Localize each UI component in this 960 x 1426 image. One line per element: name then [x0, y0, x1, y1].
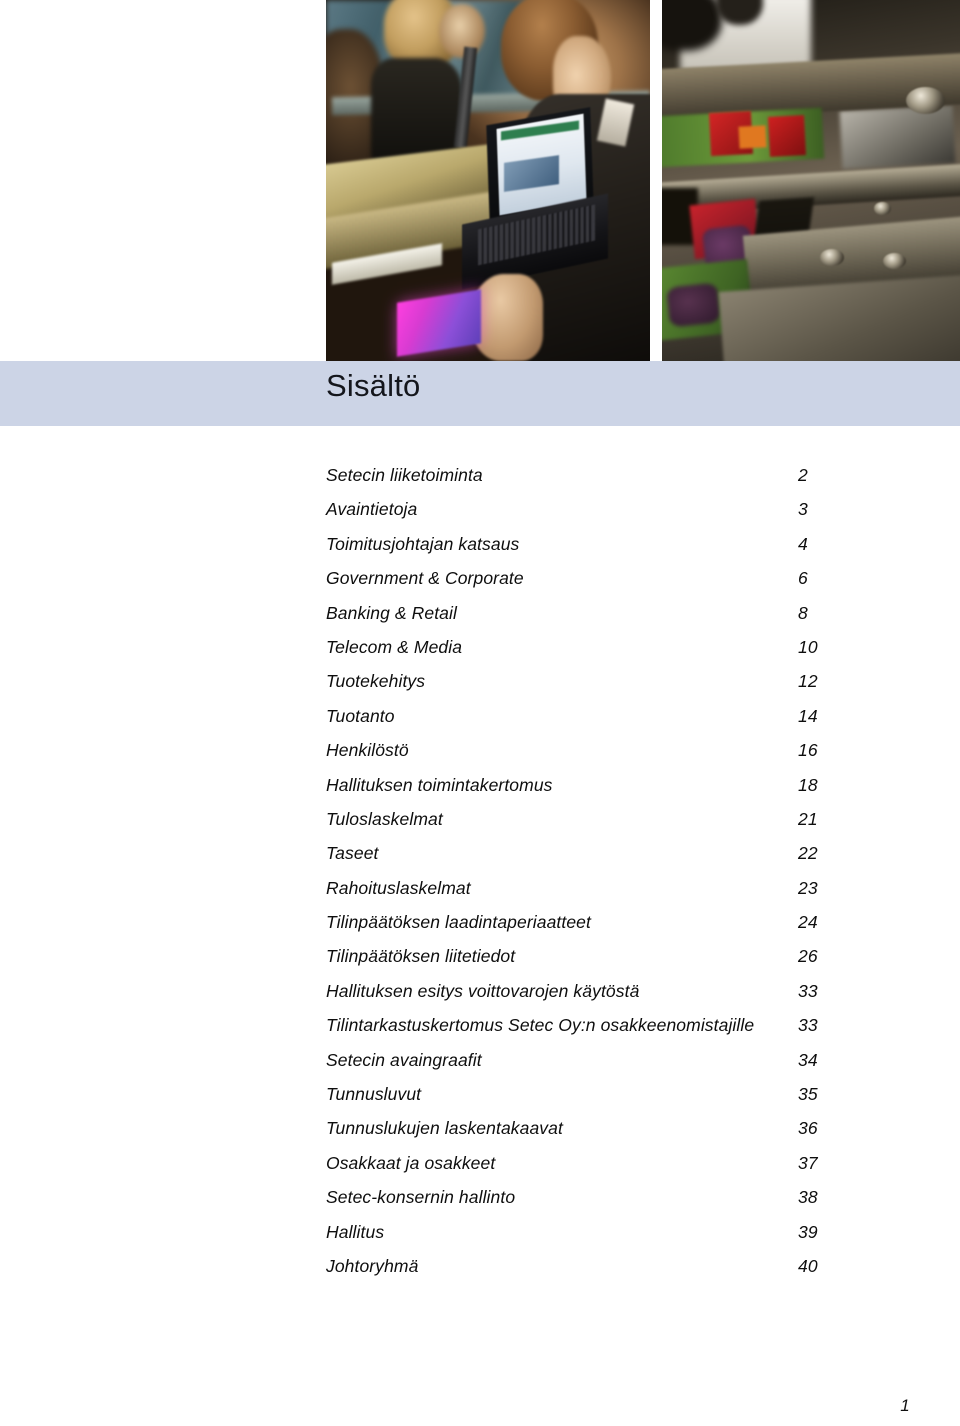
toc-entry-page-number: 6	[798, 568, 808, 589]
toc-entry-page-number: 3	[798, 499, 808, 520]
toc-entry-page-number: 14	[798, 705, 818, 726]
toc-entry[interactable]: Tilintarkastuskertomus Setec Oy:n osakke…	[326, 1008, 886, 1042]
toc-entry[interactable]: Avaintietoja 3	[326, 492, 886, 526]
toc-entry-label: Tilintarkastuskertomus Setec Oy:n osakke…	[326, 1015, 755, 1036]
toc-entry[interactable]: Hallituksen toimintakertomus 18	[326, 768, 886, 802]
toc-entry-label: Taseet	[326, 843, 379, 864]
toc-entry-label: Tilinpäätöksen laadintaperiaatteet	[326, 912, 591, 933]
toc-entry-label: Banking & Retail	[326, 602, 457, 623]
toc-entry-page-number: 21	[798, 808, 818, 829]
toc-entry[interactable]: Tuloslaskelmat 21	[326, 802, 886, 836]
toc-entry[interactable]: Telecom & Media 10	[326, 630, 886, 664]
toc-entry-label: Tuotanto	[326, 705, 395, 726]
toc-entry[interactable]: Tuotekehitys 12	[326, 664, 886, 698]
toc-entry-page-number: 37	[798, 1152, 818, 1173]
toc-entry-label: Henkilöstö	[326, 740, 409, 761]
toc-entry[interactable]: Tunnusluvut 35	[326, 1077, 886, 1111]
toc-entry[interactable]: Tuotanto 14	[326, 699, 886, 733]
toc-entry[interactable]: Hallitus 39	[326, 1215, 886, 1249]
toc-entry-page-number: 2	[798, 465, 808, 485]
toc-entry-page-number: 16	[798, 740, 818, 761]
toc-entry-label: Hallituksen toimintakertomus	[326, 774, 553, 795]
toc-entry-page-number: 38	[798, 1187, 818, 1208]
toc-entry[interactable]: Setec-konsernin hallinto 38	[326, 1180, 886, 1214]
toc-entry-page-number: 33	[798, 980, 818, 1001]
toc-entry-page-number: 26	[798, 946, 818, 967]
toc-entry[interactable]: Setecin liiketoiminta 2	[326, 458, 886, 492]
toc-entry[interactable]: Government & Corporate 6	[326, 561, 886, 595]
toc-entry-label: Tilinpäätöksen liitetiedot	[326, 946, 516, 967]
toc-entry-page-number: 34	[798, 1049, 818, 1070]
toc-entry[interactable]: Tilinpäätöksen liitetiedot 26	[326, 939, 886, 973]
page-number-folio: 1	[900, 1396, 910, 1415]
toc-entry[interactable]: Taseet 22	[326, 836, 886, 870]
toc-entry-page-number: 36	[798, 1118, 818, 1139]
toc-entry-label: Tunnusluvut	[326, 1084, 422, 1105]
service-counter-photo	[326, 0, 650, 361]
page-title: Sisältö	[326, 368, 421, 403]
toc-entry-label: Toimitusjohtajan katsaus	[326, 533, 520, 554]
toc-entry-label: Avaintietoja	[326, 499, 418, 520]
toc-entry-label: Rahoituslaskelmat	[326, 877, 471, 898]
toc-entry[interactable]: Johtoryhmä 40	[326, 1249, 886, 1283]
toc-entry-page-number: 40	[798, 1255, 818, 1276]
toc-entry-page-number: 12	[798, 671, 818, 692]
toc-entry[interactable]: Osakkaat ja osakkeet 37	[326, 1146, 886, 1180]
toc-entry-label: Hallituksen esitys voittovarojen käytöst…	[326, 980, 640, 1001]
toc-entry-label: Tuotekehitys	[326, 671, 426, 692]
toc-entry-label: Tuloslaskelmat	[326, 808, 443, 829]
toc-entry[interactable]: Tilinpäätöksen laadintaperiaatteet 24	[326, 905, 886, 939]
toc-entry-label: Johtoryhmä	[326, 1255, 419, 1276]
toc-entry-label: Tunnuslukujen laskentakaavat	[326, 1118, 563, 1139]
toc-entry[interactable]: Hallituksen esitys voittovarojen käytöst…	[326, 974, 886, 1008]
toc-entry-label: Osakkaat ja osakkeet	[326, 1152, 496, 1173]
toc-entry-page-number: 23	[798, 877, 818, 898]
toc-entry-page-number: 22	[798, 843, 818, 864]
toc-entry[interactable]: Setecin avaingraafit 34	[326, 1043, 886, 1077]
toc-entry-label: Setecin liiketoiminta	[326, 465, 483, 485]
toc-entry-page-number: 24	[798, 912, 818, 933]
title-band: Sisältö	[0, 361, 960, 426]
toc-entry-page-number: 18	[798, 774, 818, 795]
toc-entry-label: Telecom & Media	[326, 636, 463, 657]
toc-entry-label: Setec-konsernin hallinto	[326, 1187, 516, 1208]
toc-entry-page-number: 35	[798, 1084, 818, 1105]
toc-entry-page-number: 10	[798, 636, 818, 657]
toc-entry-page-number: 39	[798, 1221, 818, 1242]
table-of-contents: Setecin liiketoiminta 2 Avaintietoja 3 Toimi…	[326, 458, 886, 1283]
header-photo-band	[0, 0, 960, 361]
toc-entry[interactable]: Rahoituslaskelmat 23	[326, 871, 886, 905]
card-printing-machinery-photo	[662, 0, 960, 361]
toc-entry-label: Hallitus	[326, 1221, 385, 1242]
toc-entry[interactable]: Henkilöstö 16	[326, 733, 886, 767]
toc-entry-label: Setecin avaingraafit	[326, 1049, 482, 1070]
toc-entry[interactable]: Toimitusjohtajan katsaus 4	[326, 527, 886, 561]
toc-entry[interactable]: Banking & Retail 8	[326, 596, 886, 630]
toc-entry-label: Government & Corporate	[326, 568, 524, 589]
toc-entry-page-number: 33	[798, 1015, 818, 1036]
toc-entry-page-number: 4	[798, 533, 808, 554]
toc-entry[interactable]: Tunnuslukujen laskentakaavat 36	[326, 1111, 886, 1145]
toc-entry-page-number: 8	[798, 602, 808, 623]
